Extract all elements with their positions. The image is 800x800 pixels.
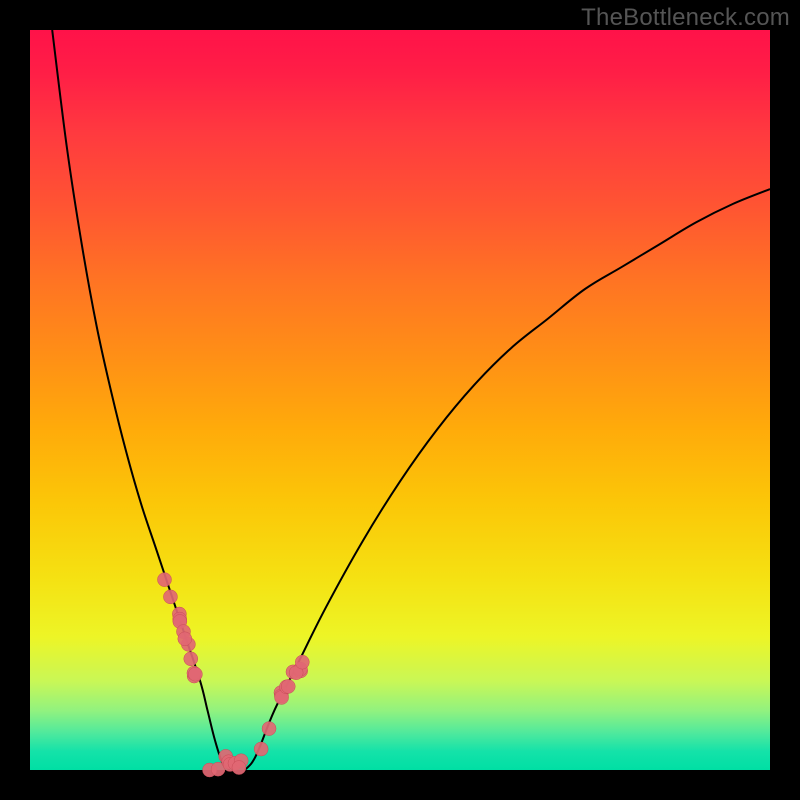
data-dot-left xyxy=(184,652,198,666)
data-dot-left xyxy=(163,590,177,604)
data-dot-right xyxy=(262,722,276,736)
data-dot-left xyxy=(178,632,192,646)
watermark-text: TheBottleneck.com xyxy=(581,4,790,32)
data-dot-left xyxy=(157,573,171,587)
chart-container: TheBottleneck.com xyxy=(0,0,800,800)
curve-layer xyxy=(30,30,770,770)
dot-group xyxy=(157,573,309,777)
data-dot-valley xyxy=(232,761,246,775)
curve-right-arm xyxy=(245,189,770,770)
data-dot-right xyxy=(254,742,268,756)
curve-group xyxy=(52,30,770,770)
data-dot-right xyxy=(281,679,295,693)
data-dot-left xyxy=(188,667,202,681)
curve-left-arm xyxy=(52,30,230,770)
plot-area xyxy=(30,30,770,770)
data-dot-right xyxy=(295,655,309,669)
